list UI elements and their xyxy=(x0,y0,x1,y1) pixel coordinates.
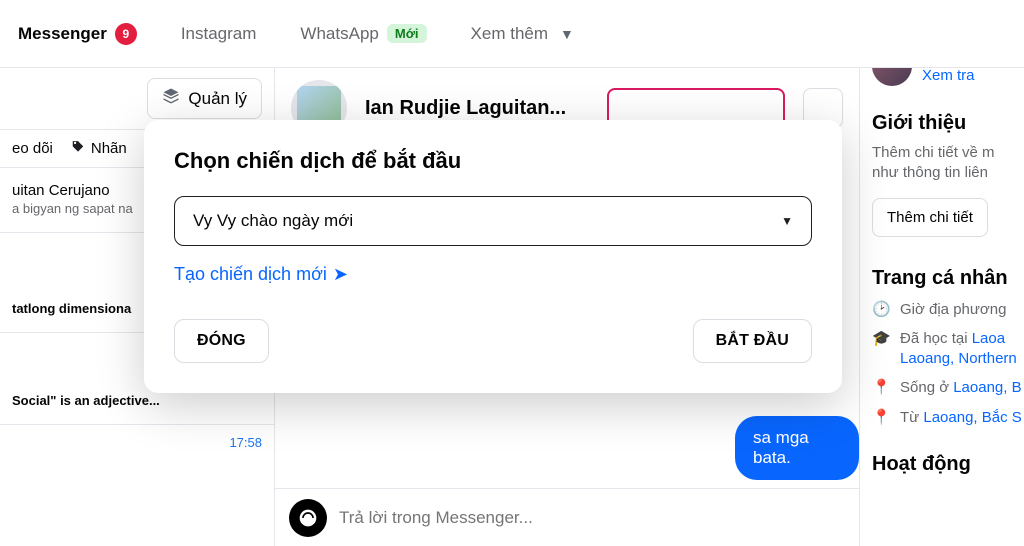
education-sub-link[interactable]: Laoang, Northern xyxy=(900,350,1017,367)
education-link[interactable]: Laoa xyxy=(972,330,1005,347)
message-bubble-sent: sa mga bata. xyxy=(735,416,859,480)
tab-label: Xem thêm xyxy=(471,24,548,44)
from-link[interactable]: Laoang, Bắc S xyxy=(923,409,1021,426)
choose-campaign-dialog: Chọn chiến dịch để bắt đầu Vy Vy chào ng… xyxy=(144,120,842,393)
profile-panel: Ceruja Xem tra Giới thiệu Thêm chi tiết … xyxy=(859,68,1024,546)
compose-input[interactable] xyxy=(339,508,845,528)
tab-label: WhatsApp xyxy=(300,24,378,44)
profile-row-time: 🕑 Giờ địa phương xyxy=(872,300,1024,320)
activity-title: Hoạt động xyxy=(872,453,1024,476)
top-tabs: Messenger 9 Instagram WhatsApp Mới Xem t… xyxy=(0,0,1024,68)
arrow-right-icon: ➤ xyxy=(333,264,348,285)
intro-title: Giới thiệu xyxy=(872,112,1024,135)
location-icon: 📍 xyxy=(872,408,890,428)
close-button[interactable]: ĐÓNG xyxy=(174,319,269,363)
view-profile-link[interactable]: Xem tra xyxy=(922,68,978,84)
profile-row-education: 🎓 Đã học tại Laoa Laoang, Northern xyxy=(872,329,1024,368)
profile-row-text: Giờ địa phương xyxy=(900,300,1006,320)
manage-button[interactable]: Quản lý xyxy=(147,78,262,119)
tag-icon xyxy=(71,140,85,158)
location-link[interactable]: Laoang, B xyxy=(953,379,1021,396)
tab-whatsapp[interactable]: WhatsApp Mới xyxy=(300,24,426,44)
link-label: Tạo chiến dịch mới xyxy=(174,264,327,285)
conversation-time: 17:58 xyxy=(12,435,262,450)
add-detail-button[interactable]: Thêm chi tiết xyxy=(872,198,988,237)
tab-label: Instagram xyxy=(181,24,257,44)
profile-row-lives: 📍 Sống ở Laoang, B xyxy=(872,378,1024,398)
profile-row-from: 📍 Từ Laoang, Bắc S xyxy=(872,408,1024,428)
location-icon: 📍 xyxy=(872,378,890,398)
dialog-title: Chọn chiến dịch để bắt đầu xyxy=(174,148,812,174)
profile-row-text: Đã học tại Laoa Laoang, Northern xyxy=(900,329,1017,368)
intro-text: Thêm chi tiết về m như thông tin liên xyxy=(872,143,1024,184)
profile-section-title: Trang cá nhân xyxy=(872,267,1024,290)
badge-new: Mới xyxy=(387,24,427,43)
manage-label: Quản lý xyxy=(188,89,247,109)
tab-instagram[interactable]: Instagram xyxy=(181,24,257,44)
clock-icon: 🕑 xyxy=(872,300,890,320)
layers-icon xyxy=(162,87,180,110)
graduation-icon: 🎓 xyxy=(872,329,890,349)
chat-title: Ian Rudjie Laguitan... xyxy=(365,97,589,120)
profile-row-text: Sống ở Laoang, B xyxy=(900,378,1022,398)
conversation-item[interactable]: 17:58 xyxy=(0,425,274,466)
ai-icon[interactable] xyxy=(289,499,327,537)
campaign-selected-value: Vy Vy chào ngày mới xyxy=(193,211,353,231)
tab-label: Messenger xyxy=(18,24,107,44)
filter-follow[interactable]: eo dõi xyxy=(12,140,53,157)
create-campaign-link[interactable]: Tạo chiến dịch mới ➤ xyxy=(174,264,348,285)
start-button[interactable]: BẮT ĐẦU xyxy=(693,319,812,363)
chevron-down-icon: ▼ xyxy=(781,214,793,228)
dialog-footer: ĐÓNG BẮT ĐẦU xyxy=(174,319,812,363)
badge-count: 9 xyxy=(115,23,137,45)
chevron-down-icon: ▼ xyxy=(560,26,574,42)
conversation-snippet: Social" is an adjective... xyxy=(12,393,262,408)
filter-tag[interactable]: Nhãn xyxy=(71,140,127,158)
tab-messenger[interactable]: Messenger 9 xyxy=(18,23,137,45)
filter-tag-label: Nhãn xyxy=(91,140,127,157)
tab-more[interactable]: Xem thêm ▼ xyxy=(471,24,574,44)
profile-row-text: Từ Laoang, Bắc S xyxy=(900,408,1022,428)
avatar[interactable] xyxy=(872,68,912,86)
message-composer xyxy=(275,488,859,546)
campaign-select[interactable]: Vy Vy chào ngày mới ▼ xyxy=(174,196,812,246)
